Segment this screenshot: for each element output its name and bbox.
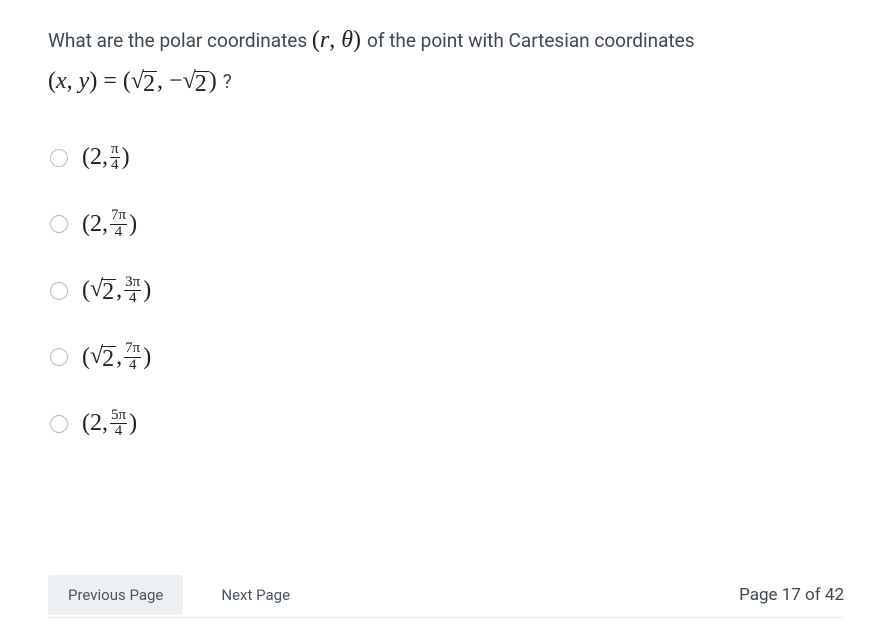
page-indicator: Page 17 of 42: [739, 585, 844, 605]
previous-page-button[interactable]: Previous Page: [48, 575, 183, 615]
sqrt-icon: √2: [131, 69, 157, 96]
q-mid: of the point with Cartesian coordinates: [367, 29, 694, 52]
fraction: 7π4: [124, 341, 141, 374]
option-2[interactable]: (2, 7π4): [50, 208, 844, 241]
radio-icon[interactable]: [50, 149, 68, 167]
fraction: π4: [110, 142, 120, 175]
q-mark: ?: [223, 70, 232, 93]
option-1[interactable]: (2, π4): [50, 142, 844, 175]
option-label: (√2, 7π4): [82, 341, 151, 374]
option-label: (2, 7π4): [82, 208, 137, 241]
sqrt-icon: √2: [90, 277, 116, 304]
pager-footer: Previous Page Next Page Page 17 of 42: [48, 575, 844, 618]
fraction: 3π4: [124, 275, 141, 308]
radio-icon[interactable]: [50, 215, 68, 233]
fraction: 7π4: [110, 208, 127, 241]
option-3[interactable]: (√2, 3π4): [50, 275, 844, 308]
q-prefix: What are the polar coordinates: [48, 29, 312, 52]
options-list: (2, π4) (2, 7π4) (√2, 3π4) (√2, 7π4) (2,…: [50, 142, 844, 441]
option-label: (2, π4): [82, 142, 130, 175]
radio-icon[interactable]: [50, 415, 68, 433]
fraction: 5π4: [110, 408, 127, 441]
q-rtheta: (r, θ): [312, 27, 367, 53]
q-equation: (x, y) = (√2, −√2): [48, 68, 223, 94]
option-label: (2, 5π4): [82, 408, 137, 441]
radio-icon[interactable]: [50, 282, 68, 300]
sqrt-icon: √2: [90, 344, 116, 371]
next-page-button[interactable]: Next Page: [201, 575, 310, 615]
question-text: What are the polar coordinates (r, θ) of…: [48, 20, 844, 102]
sqrt-icon: √2: [183, 69, 209, 96]
radio-icon[interactable]: [50, 348, 68, 366]
option-4[interactable]: (√2, 7π4): [50, 341, 844, 374]
option-label: (√2, 3π4): [82, 275, 151, 308]
option-5[interactable]: (2, 5π4): [50, 408, 844, 441]
